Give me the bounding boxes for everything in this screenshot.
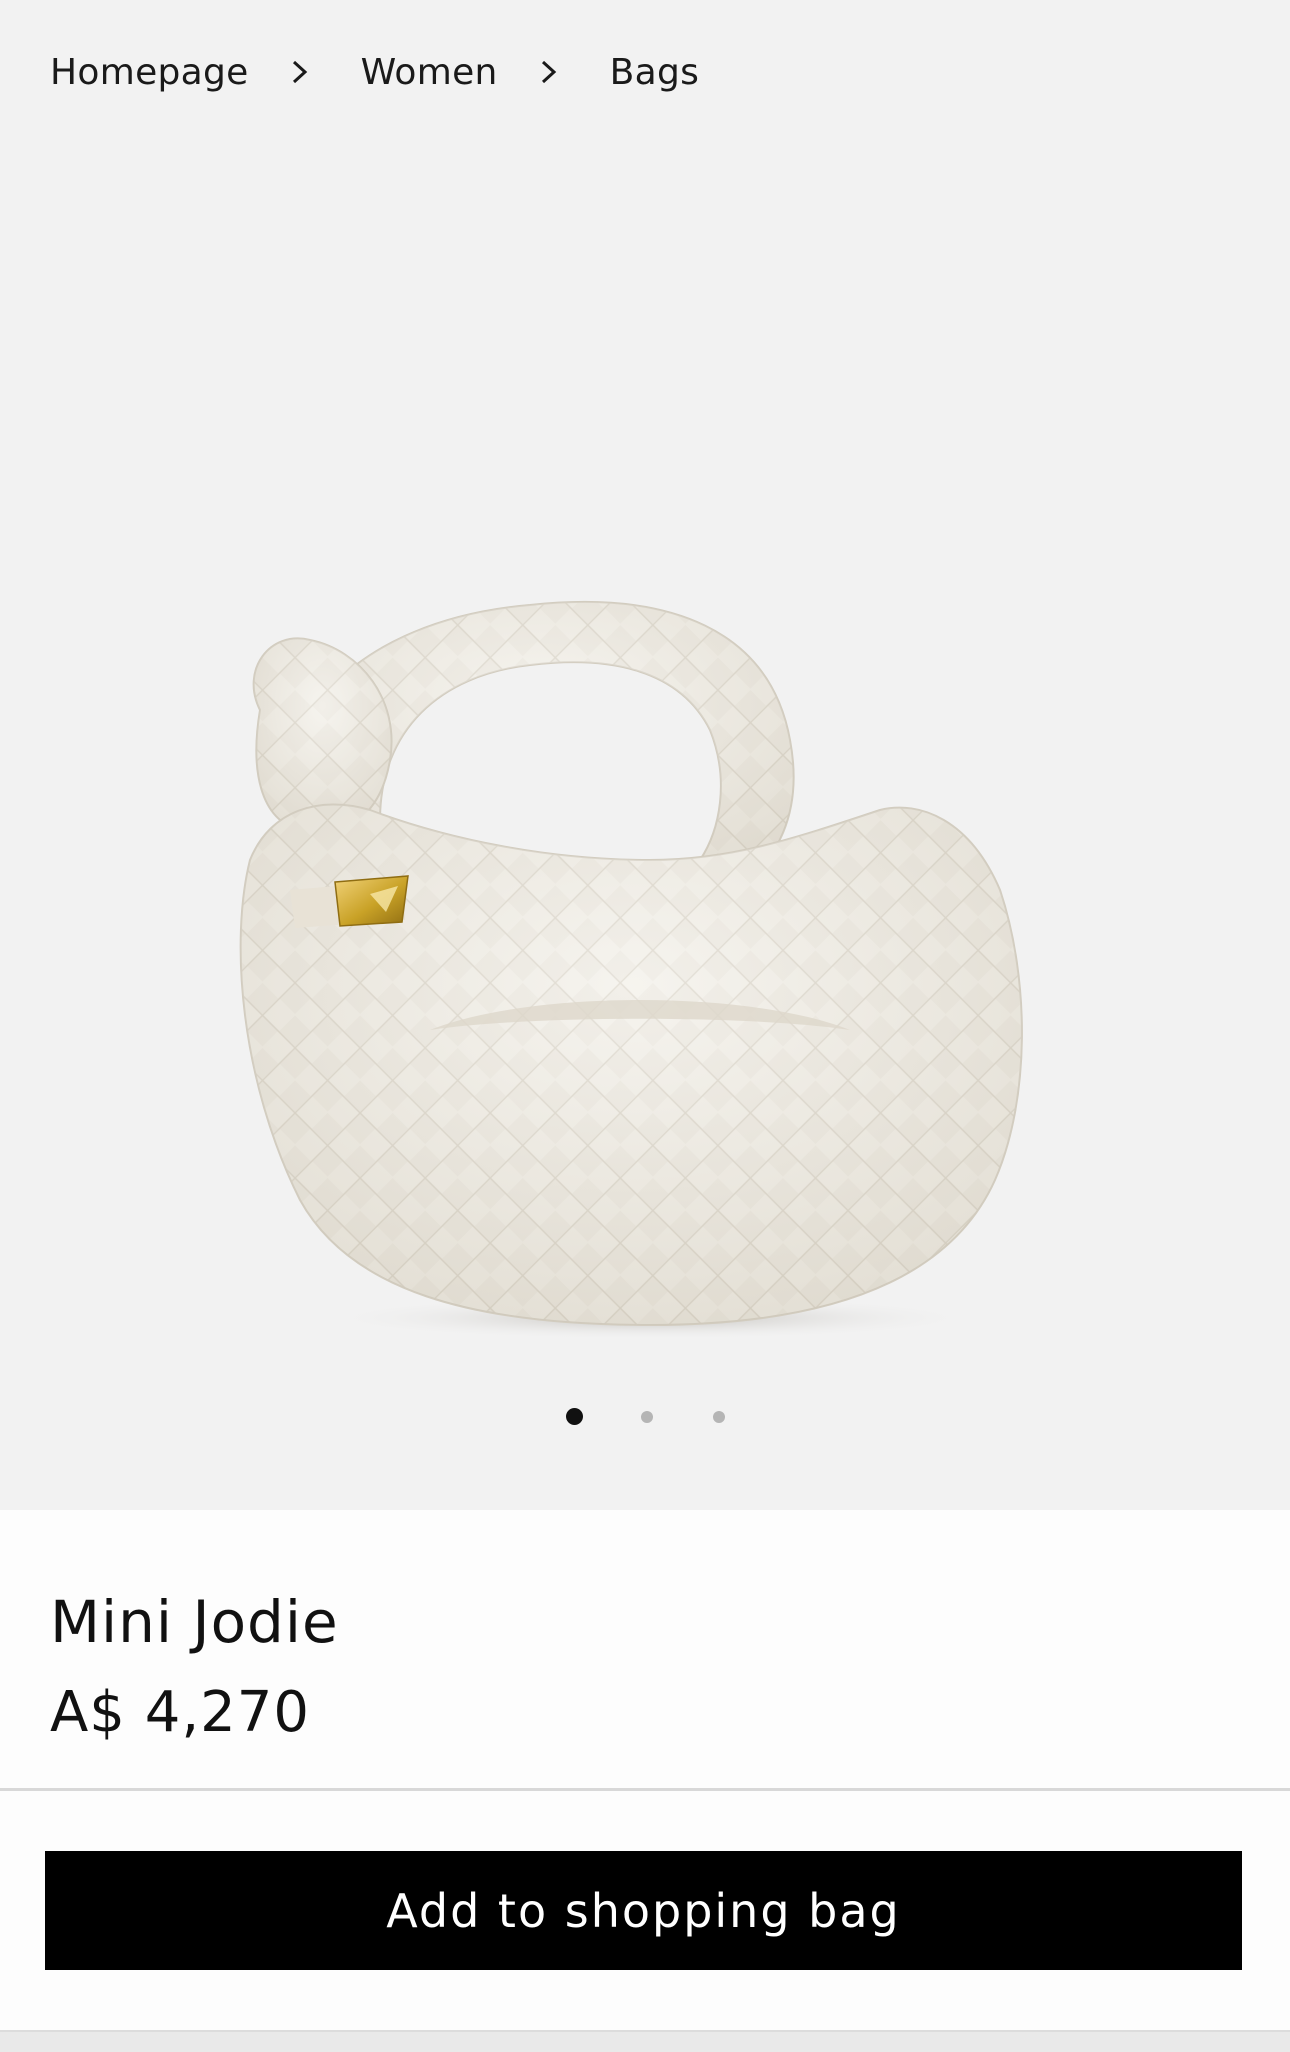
chevron-right-icon — [541, 60, 556, 84]
breadcrumb-bags[interactable]: Bags — [610, 52, 700, 93]
product-info: Mini Jodie A$ 4,270 — [0, 1510, 1290, 1788]
carousel-dot-2[interactable] — [640, 1411, 653, 1423]
bottom-edge — [0, 2030, 1290, 2052]
add-to-shopping-bag-button[interactable]: Add to shopping bag — [45, 1851, 1242, 1970]
carousel-pagination — [0, 1408, 1290, 1425]
chevron-right-icon — [292, 60, 307, 84]
breadcrumb: Homepage Women Bags — [50, 44, 699, 100]
breadcrumb-homepage[interactable]: Homepage — [50, 52, 249, 93]
carousel-dot-3[interactable] — [712, 1411, 725, 1423]
product-gallery[interactable]: Homepage Women Bags — [0, 0, 1290, 1510]
carousel-dot-1[interactable] — [565, 1408, 583, 1425]
product-title: Mini Jodie — [50, 1588, 339, 1656]
product-image[interactable] — [230, 560, 1060, 1360]
product-price: A$ 4,270 — [50, 1680, 311, 1745]
divider — [0, 1788, 1290, 1791]
breadcrumb-women[interactable]: Women — [361, 52, 498, 93]
